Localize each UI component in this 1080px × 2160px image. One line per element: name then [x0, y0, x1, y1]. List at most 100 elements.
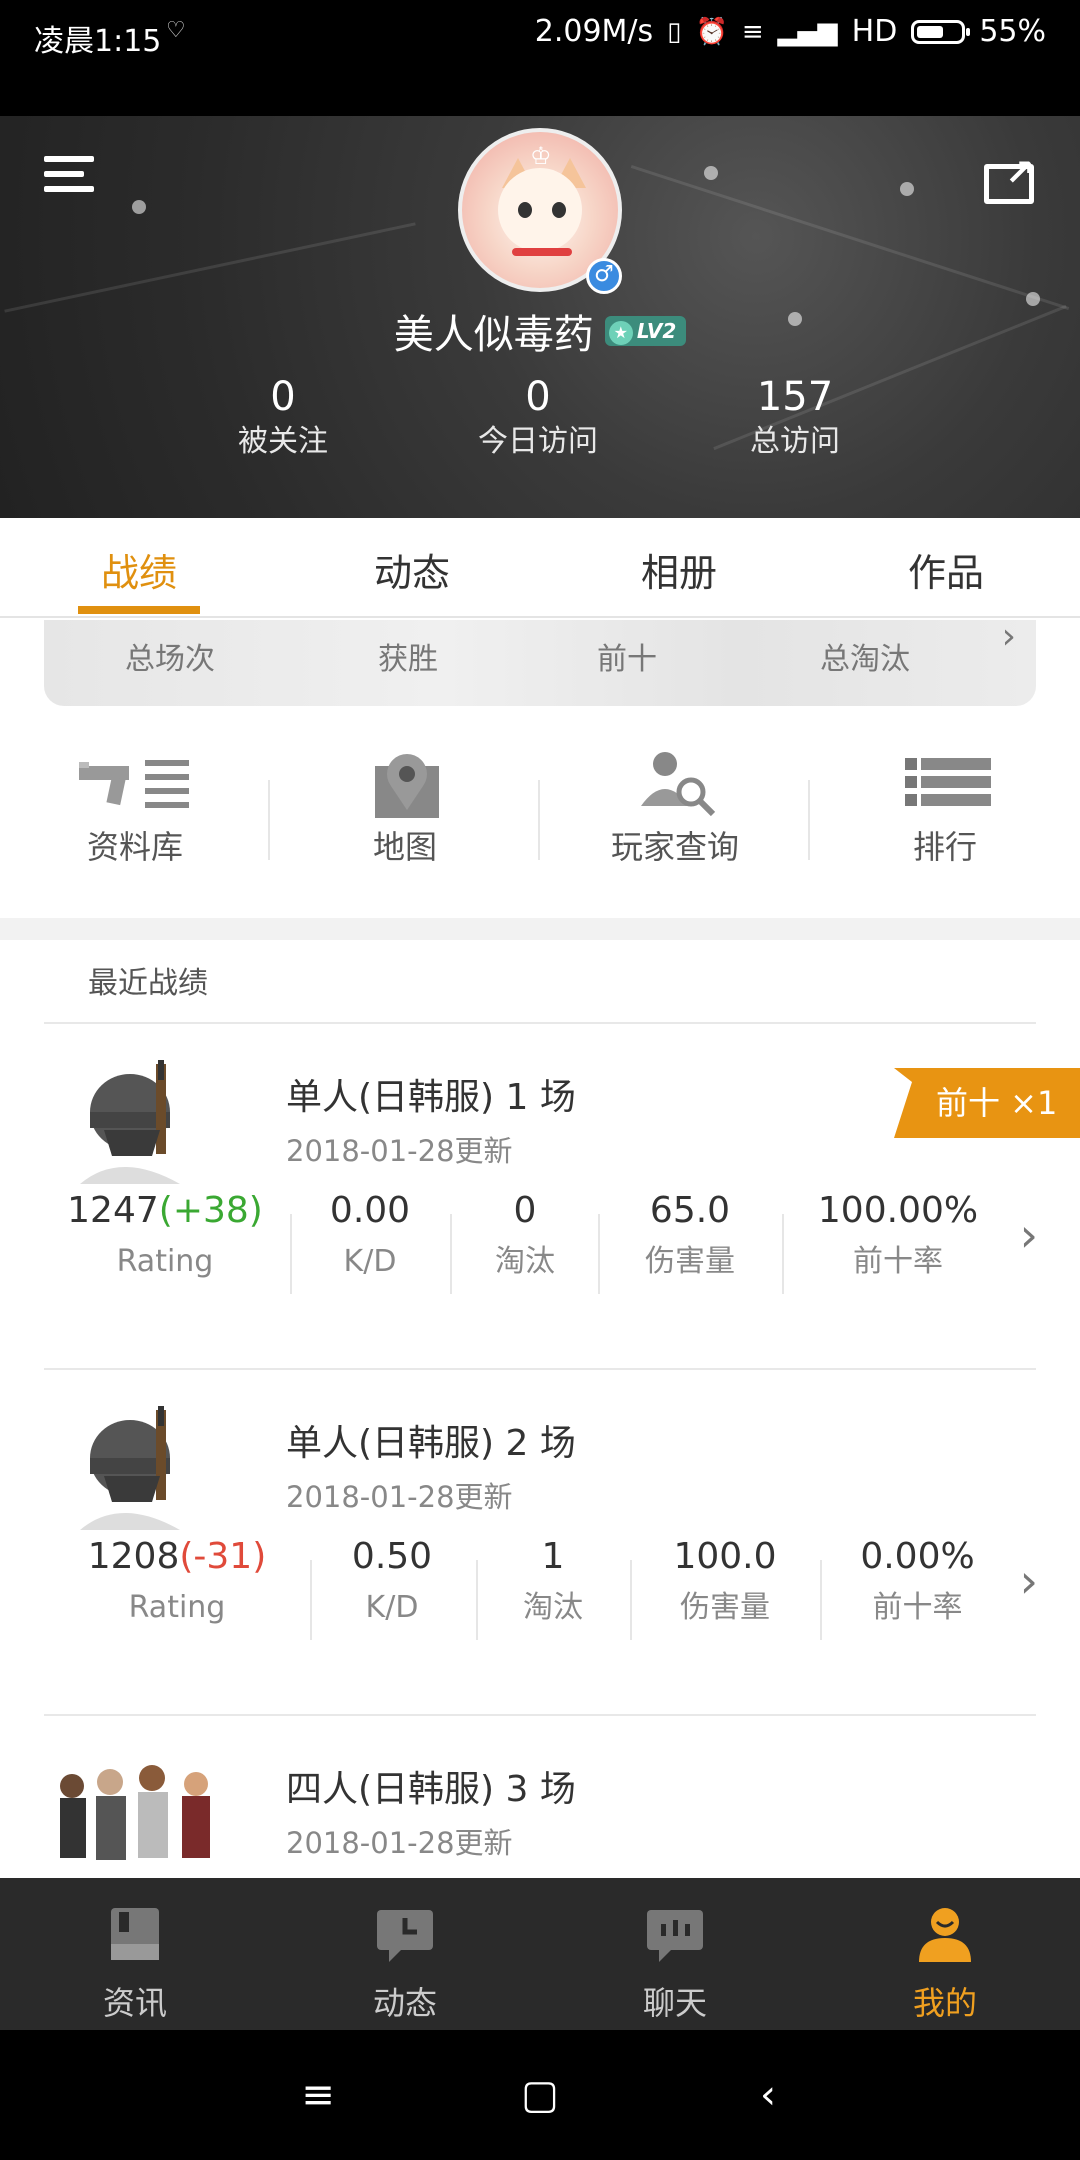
metric-kd: 0.00 K/D — [300, 1184, 440, 1286]
tab-works[interactable]: 作品 — [836, 542, 1056, 597]
menu-icon[interactable] — [44, 156, 100, 204]
bottom-nav-label: 聊天 — [642, 1984, 707, 2022]
vibrate-icon: ▯ — [667, 16, 682, 47]
metric-value: 65.0 — [649, 1190, 731, 1231]
metric-top10-rate: 0.00% 前十率 — [835, 1530, 1000, 1632]
metric-value: 0.00 — [329, 1190, 411, 1231]
share-icon[interactable] — [984, 153, 1035, 204]
stat-value: 0 — [270, 374, 296, 420]
squad-icon — [60, 1765, 210, 1860]
metric-label: Rating — [128, 1590, 226, 1625]
quick-nav-database[interactable]: 资料库 — [0, 730, 270, 900]
summary-wins: 获胜 — [378, 642, 438, 677]
bottom-nav-me[interactable]: 我的 — [810, 1878, 1080, 2030]
bottom-nav-activity[interactable]: 动态 — [270, 1878, 540, 2030]
bottom-nav-news[interactable]: 资讯 — [0, 1878, 270, 2030]
quick-nav-map[interactable]: 地图 — [270, 730, 540, 900]
status-time: 凌晨1:15 — [34, 24, 162, 59]
divider — [630, 1560, 632, 1640]
metric-label: 淘汰 — [495, 1244, 555, 1279]
metric-value: 0.00% — [860, 1536, 975, 1577]
metric-label: 伤害量 — [680, 1590, 770, 1625]
quick-nav-label: 资料库 — [86, 828, 183, 866]
rating-delta: (+38) — [158, 1190, 263, 1231]
status-right: 2.09M/s ▯ ⏰ ≡ ▂▄▆ HD 55% — [535, 14, 1046, 49]
metric-value: 0.50 — [351, 1536, 433, 1577]
menu-icon[interactable]: ≡ — [288, 2072, 348, 2118]
tab-album[interactable]: 相册 — [569, 542, 789, 597]
metric-label: 伤害量 — [645, 1244, 735, 1279]
summary-banner[interactable]: 总场次 获胜 前十 总淘汰 › — [44, 616, 1036, 706]
metric-top10-rate: 100.00% 前十率 — [800, 1184, 996, 1286]
metric-rating: 1208(-31) Rating — [72, 1530, 282, 1632]
player-helmet-icon — [80, 1406, 180, 1530]
username: 美人似毒药 — [393, 312, 594, 358]
tab-records[interactable]: 战绩 — [29, 542, 249, 597]
bottom-nav-chat[interactable]: 聊天 — [540, 1878, 810, 2030]
bottom-nav-label: 动态 — [372, 1984, 437, 2022]
metric-kills: 0 淘汰 — [460, 1184, 590, 1286]
match-row[interactable]: 单人(日韩服) 1 场 2018-01-28更新 前十 ×1 1247(+38)… — [0, 1024, 1080, 1370]
metric-label: K/D — [343, 1244, 397, 1279]
divider — [290, 1214, 292, 1294]
match-mode: 单人(日韩服) 1 场 — [286, 1077, 576, 1118]
match-date: 2018-01-28更新 — [286, 1134, 513, 1168]
metric-value: 100.0 — [673, 1536, 777, 1577]
back-icon[interactable]: ‹ — [738, 2072, 798, 2118]
divider — [476, 1560, 478, 1640]
quick-nav-player-search[interactable]: 玩家查询 — [540, 730, 810, 900]
stat-total-visits[interactable]: 157 总访问 — [685, 374, 905, 464]
bottom-nav-label: 我的 — [912, 1984, 977, 2022]
divider — [450, 1214, 452, 1294]
player-helmet-icon — [80, 1060, 180, 1184]
star-icon: ★ — [608, 321, 633, 345]
metric-label: 前十率 — [853, 1244, 943, 1279]
divider — [310, 1560, 312, 1640]
section-separator — [0, 918, 1080, 940]
top10-ribbon: 前十 ×1 — [894, 1068, 1080, 1138]
map-decoration — [4, 222, 416, 313]
chevron-right-icon: › — [1019, 1208, 1038, 1262]
stat-today-visits[interactable]: 0 今日访问 — [428, 374, 648, 464]
stat-followers[interactable]: 0 被关注 — [173, 374, 393, 464]
match-date: 2018-01-28更新 — [286, 1826, 513, 1860]
profile-tabs: 战绩 动态 相册 作品 — [0, 518, 1080, 618]
crown-icon: ♔ — [530, 142, 552, 170]
chat-icon — [647, 1910, 703, 1962]
quick-nav: 资料库 地图 玩家查询 排行 — [0, 730, 1080, 900]
rating-value: 1208 — [87, 1536, 180, 1577]
map-icon — [375, 754, 439, 818]
metric-label: 淘汰 — [523, 1590, 583, 1625]
quick-nav-ranking[interactable]: 排行 — [810, 730, 1080, 900]
metric-value: 100.00% — [817, 1190, 979, 1231]
chevron-right-icon: › — [1001, 616, 1016, 657]
tab-active-indicator — [78, 606, 200, 614]
match-row[interactable]: 四人(日韩服) 3 场 2018-01-28更新 — [0, 1716, 1080, 1878]
network-speed: 2.09M/s — [534, 14, 654, 49]
metric-label: 前十率 — [872, 1590, 963, 1625]
ranking-icon — [905, 758, 991, 806]
alarm-icon: ⏰ — [695, 16, 728, 47]
stat-value: 0 — [525, 374, 551, 420]
tab-activity[interactable]: 动态 — [302, 542, 522, 597]
stat-value: 157 — [756, 374, 834, 420]
match-mode: 四人(日韩服) 3 场 — [286, 1769, 576, 1810]
activity-icon — [377, 1910, 433, 1962]
divider — [598, 1214, 600, 1294]
divider — [820, 1560, 822, 1640]
rating-value: 1247 — [67, 1190, 159, 1231]
shield-icon: ♡ — [166, 18, 186, 43]
news-icon — [111, 1908, 159, 1960]
status-bar: 凌晨1:15 ♡ 2.09M/s ▯ ⏰ ≡ ▂▄▆ HD 55% — [0, 0, 1080, 116]
stat-label: 总访问 — [750, 424, 840, 459]
stat-label: 被关注 — [238, 424, 328, 459]
home-icon[interactable]: ▢ — [510, 2072, 570, 2118]
quick-nav-label: 地图 — [372, 828, 437, 866]
summary-top10: 前十 — [597, 642, 657, 677]
map-marker-icon — [900, 182, 914, 196]
network-type: HD — [851, 14, 898, 49]
match-row[interactable]: 单人(日韩服) 2 场 2018-01-28更新 1208(-31) Ratin… — [0, 1370, 1080, 1716]
metric-label: Rating — [116, 1244, 214, 1279]
bottom-nav: 资讯 动态 聊天 我的 — [0, 1878, 1080, 2030]
quick-nav-label: 排行 — [912, 828, 977, 866]
